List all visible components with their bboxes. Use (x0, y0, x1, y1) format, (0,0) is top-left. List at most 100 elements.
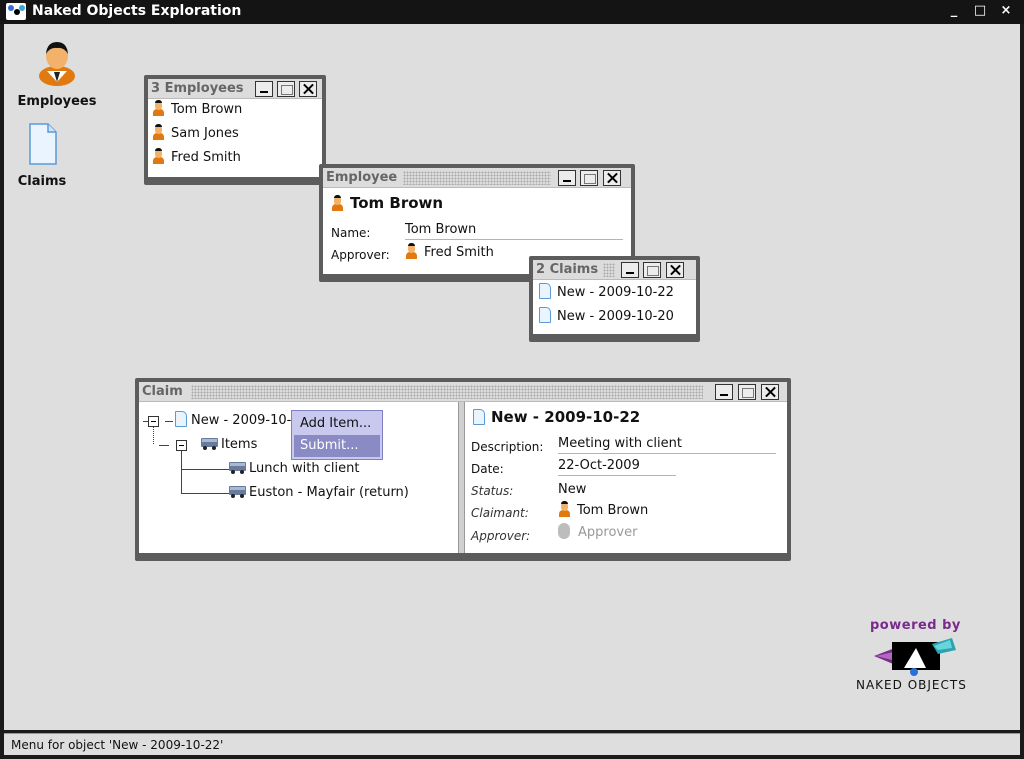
empty-person-icon (558, 523, 570, 539)
claim-window[interactable]: Claim New - 2009-10- Items Lunch with cl… (135, 378, 791, 561)
document-icon (539, 307, 551, 323)
object-title: Tom Brown (350, 194, 444, 212)
employees-list-window[interactable]: 3 Employees Tom Brown Sam Jones Fred Smi… (144, 75, 326, 185)
collapse-toggle[interactable] (148, 416, 159, 427)
desktop-icon-label: Claims (17, 174, 67, 189)
powered-by-text: powered by (870, 618, 961, 633)
tree-pane: New - 2009-10- Items Lunch with client E… (139, 402, 459, 553)
description-field[interactable]: Meeting with client (558, 436, 776, 454)
tree-node-label: New - 2009-10- (191, 413, 292, 428)
status-label: Status: (471, 484, 514, 498)
claim-title: New - 2009-10-20 (557, 309, 674, 324)
object-heading: New - 2009-10-22 (473, 406, 640, 428)
approver-value: Fred Smith (424, 245, 494, 260)
tree-line (165, 421, 173, 422)
tree-node-items[interactable]: Items (201, 434, 257, 456)
person-icon (152, 148, 165, 164)
window-body: Tom Brown Sam Jones Fred Smith (148, 99, 322, 177)
window-maximize-button[interactable] (738, 384, 756, 400)
tree-node-item[interactable]: Euston - Mayfair (return) (229, 482, 409, 504)
brand-name: NAKED OBJECTS (856, 678, 967, 692)
collection-icon (201, 436, 219, 450)
window-close-button[interactable] (761, 384, 779, 400)
list-item[interactable]: Sam Jones (152, 123, 239, 145)
tree-node-label: Lunch with client (249, 461, 360, 476)
window-close-button[interactable] (603, 170, 621, 186)
window-maximize-button[interactable] (643, 262, 661, 278)
window-header[interactable]: 3 Employees (148, 79, 322, 99)
list-item[interactable]: New - 2009-10-20 (539, 306, 674, 328)
person-icon (331, 195, 344, 211)
tree-node-item[interactable]: Lunch with client (229, 458, 359, 480)
tree-line (181, 469, 229, 470)
app-titlebar: Naked Objects Exploration _ □ × (0, 0, 1024, 24)
window-drag-handle[interactable] (603, 263, 615, 277)
window-title: Claim (142, 384, 183, 399)
window-title: 3 Employees (151, 81, 244, 96)
close-button[interactable]: × (996, 2, 1016, 20)
approver-field[interactable]: Approver (558, 522, 637, 544)
window-drag-handle[interactable] (403, 171, 551, 185)
window-close-button[interactable] (666, 262, 684, 278)
document-icon (175, 411, 187, 427)
app-title: Naked Objects Exploration (32, 3, 242, 19)
list-item[interactable]: Fred Smith (152, 147, 241, 169)
window-minimize-button[interactable] (621, 262, 639, 278)
menu-item-submit[interactable]: Submit... (294, 435, 380, 457)
app-logo-icon (6, 3, 26, 20)
claim-item-icon (229, 460, 247, 474)
window-minimize-button[interactable] (558, 170, 576, 186)
status-bar: Menu for object 'New - 2009-10-22' (4, 733, 1020, 755)
window-minimize-button[interactable] (255, 81, 273, 97)
person-icon (152, 100, 165, 116)
tree-node-label: Items (221, 437, 258, 452)
list-item[interactable]: Tom Brown (152, 99, 242, 121)
object-title: New - 2009-10-22 (491, 408, 641, 426)
window-maximize-button[interactable] (277, 81, 295, 97)
document-icon (29, 123, 57, 165)
collapse-toggle[interactable] (176, 440, 187, 451)
date-field[interactable]: 22-Oct-2009 (558, 458, 676, 476)
window-close-button[interactable] (299, 81, 317, 97)
claim-title: New - 2009-10-22 (557, 285, 674, 300)
naked-objects-logo-icon (874, 638, 956, 676)
approver-label: Approver: (471, 529, 531, 543)
detail-pane: New - 2009-10-22 Description: Meeting wi… (465, 402, 787, 553)
list-item[interactable]: New - 2009-10-22 (539, 282, 674, 304)
employee-name: Sam Jones (171, 126, 239, 141)
window-header[interactable]: Employee (323, 168, 631, 188)
status-value: New (558, 482, 587, 497)
window-minimize-button[interactable] (715, 384, 733, 400)
window-header[interactable]: Claim (139, 382, 787, 402)
document-icon (539, 283, 551, 299)
document-icon (473, 409, 485, 425)
claims-list-window[interactable]: 2 Claims New - 2009-10-22 New - 2009-10-… (529, 256, 700, 342)
employee-name: Tom Brown (171, 102, 243, 117)
name-label: Name: (331, 226, 371, 240)
desktop-icon-claims[interactable]: Claims (16, 122, 68, 189)
approver-label: Approver: (331, 248, 390, 262)
pane-splitter[interactable] (458, 402, 465, 553)
desktop-icon-employees[interactable]: Employees (16, 38, 98, 109)
object-heading: Tom Brown (331, 192, 443, 214)
window-header[interactable]: 2 Claims (533, 260, 696, 280)
window-title: Employee (326, 170, 398, 185)
window-maximize-button[interactable] (580, 170, 598, 186)
maximize-button[interactable]: □ (970, 2, 990, 20)
claimant-value[interactable]: Tom Brown (558, 500, 648, 522)
person-icon (152, 124, 165, 140)
status-text: Menu for object 'New - 2009-10-22' (11, 738, 224, 752)
claimant-name: Tom Brown (577, 503, 649, 518)
menu-item-add-item[interactable]: Add Item... (294, 413, 380, 435)
minimize-button[interactable]: _ (944, 2, 964, 20)
tree-line (181, 493, 229, 494)
window-drag-handle[interactable] (191, 385, 703, 399)
person-icon (39, 42, 75, 86)
powered-by-logo: powered by NAKED OBJECTS (844, 616, 984, 696)
window-title: 2 Claims (536, 262, 599, 277)
name-field[interactable]: Tom Brown (405, 222, 623, 240)
approver-field[interactable]: Fred Smith (405, 242, 494, 264)
claimant-label: Claimant: (471, 506, 529, 520)
tree-root-node[interactable]: New - 2009-10- (175, 410, 291, 432)
desktop: Employees Claims 3 Employees Tom Brown S… (4, 24, 1020, 730)
